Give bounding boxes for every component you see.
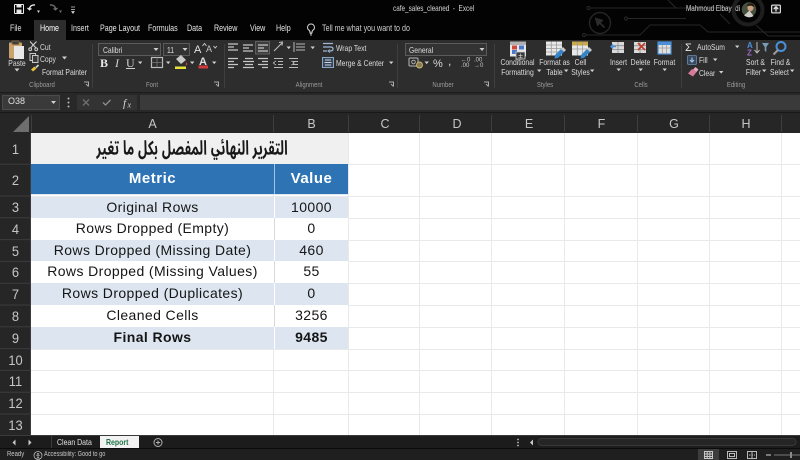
svg-text:%: %	[433, 58, 443, 70]
svg-text:B: B	[100, 56, 108, 70]
svg-text:.00: .00	[461, 63, 470, 69]
svg-text:,: ,	[448, 54, 451, 68]
svg-text:→0: →0	[474, 63, 484, 69]
svg-text:U: U	[126, 56, 135, 70]
svg-text:I: I	[114, 56, 120, 70]
svg-text:A: A	[206, 44, 212, 54]
svg-text:x: x	[127, 101, 132, 110]
svg-text:A: A	[194, 44, 202, 56]
svg-text:Σ: Σ	[685, 42, 692, 54]
